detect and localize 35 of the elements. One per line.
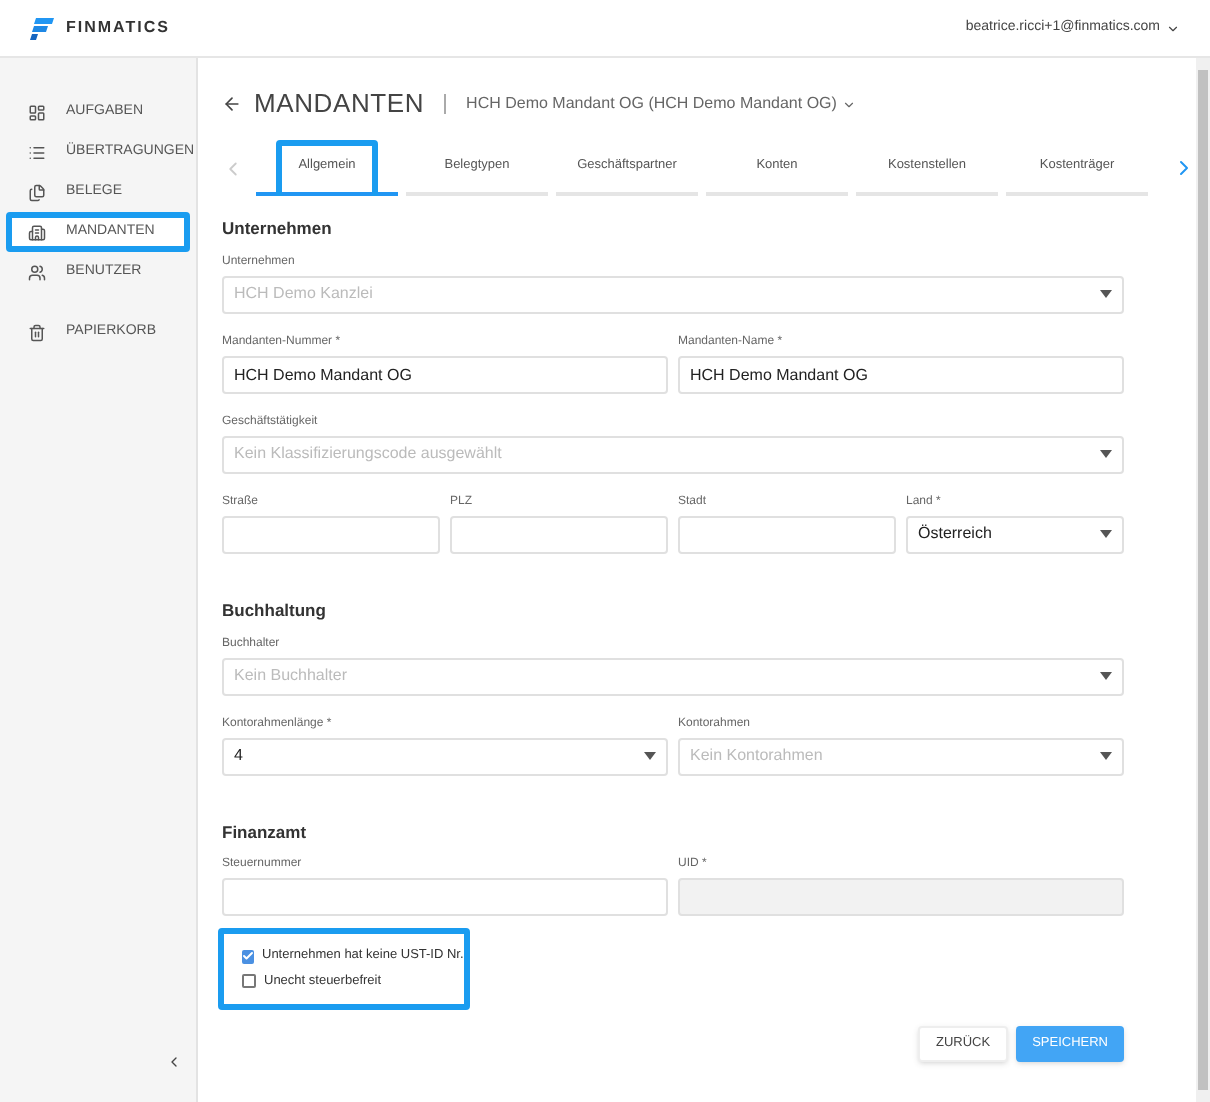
scrollbar[interactable] [1196, 58, 1210, 1102]
page-title: MANDANTEN [254, 86, 425, 123]
documents-icon [28, 183, 46, 201]
input-field[interactable] [678, 515, 896, 554]
input-field[interactable]: HCH Demo Mandant OG [222, 355, 668, 394]
dashboard-icon [28, 103, 46, 121]
input-field[interactable] [450, 515, 668, 554]
section-title: Finanzamt [222, 819, 309, 845]
select-field[interactable]: 4 [222, 737, 668, 775]
caret-icon [1100, 450, 1112, 459]
caret-icon [1100, 752, 1112, 760]
chevron-down-icon [1166, 21, 1180, 35]
collapse-icon[interactable] [166, 1054, 182, 1070]
users-icon [28, 263, 46, 281]
trash-icon [28, 323, 46, 341]
checkbox[interactable] [242, 949, 254, 964]
select-field[interactable]: Österreich [906, 515, 1124, 554]
chevron-down-icon [842, 97, 857, 111]
input-field[interactable]: HCH Demo Mandant OG [678, 355, 1124, 394]
brand-name: FINMATICS [66, 16, 170, 40]
highlight-frame [276, 140, 378, 196]
caret-icon [1100, 530, 1112, 539]
input-field[interactable] [222, 515, 440, 554]
logo-icon [30, 17, 54, 39]
back-arrow-icon[interactable] [222, 94, 242, 114]
section-title: Buchhaltung [222, 597, 328, 623]
caret-icon [1100, 672, 1112, 680]
checkbox[interactable] [242, 974, 256, 989]
input-field[interactable] [222, 878, 668, 917]
building-icon [28, 223, 46, 241]
list-icon [28, 143, 46, 161]
section-title: Unternehmen [222, 216, 334, 242]
caret-icon [644, 752, 656, 760]
client-selector[interactable]: HCH Demo Mandant OG (HCH Demo Mandant OG) [466, 92, 857, 116]
caret-icon [1100, 290, 1112, 299]
